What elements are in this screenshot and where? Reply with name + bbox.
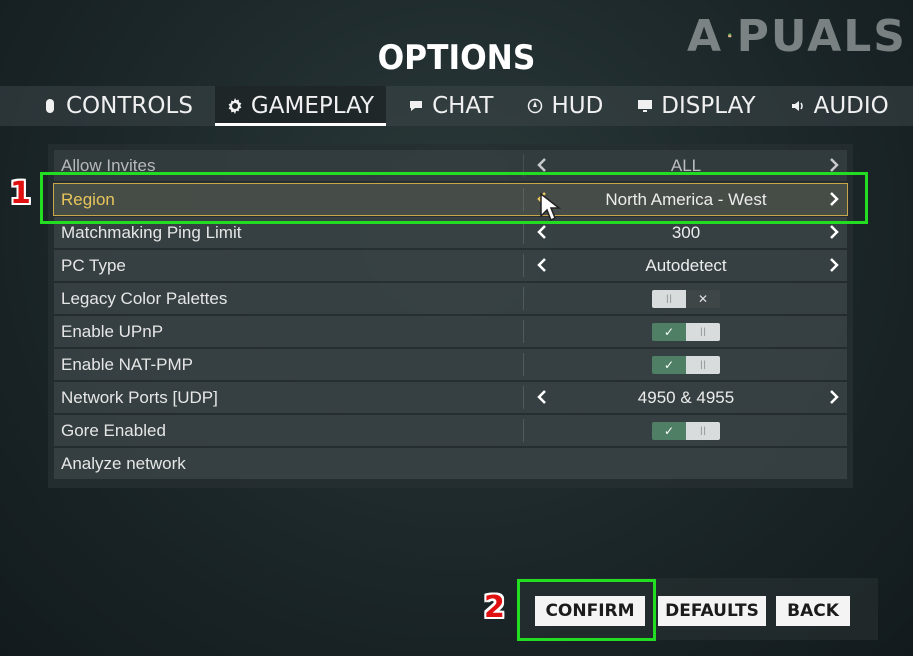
- chevron-left-icon[interactable]: [533, 388, 551, 406]
- divider: [523, 221, 524, 244]
- monitor-icon: [638, 100, 653, 112]
- gore-enabled-toggle[interactable]: ✓ ǀǀ: [652, 421, 720, 440]
- setting-value: 300: [671, 222, 701, 242]
- defaults-button[interactable]: DEFAULTS: [658, 596, 766, 626]
- setting-label: Analyze network: [61, 453, 186, 473]
- setting-row-enable-nat-pmp[interactable]: Enable NAT-PMP ✓ ǀǀ: [54, 349, 847, 380]
- tab-label: CONTROLS: [66, 93, 193, 119]
- check-icon: ✓: [652, 421, 686, 440]
- setting-row-gore-enabled[interactable]: Gore Enabled ✓ ǀǀ: [54, 415, 847, 446]
- divider: [523, 386, 524, 409]
- divider: [523, 287, 524, 310]
- annotation-box-confirm: [517, 579, 656, 641]
- compass-icon: [528, 98, 543, 114]
- divider: [523, 419, 524, 442]
- setting-row-pc-type[interactable]: PC Type Autodetect: [54, 250, 847, 281]
- mouse-icon: [46, 99, 54, 113]
- check-icon: ✓: [652, 355, 686, 374]
- tab-label: CHAT: [432, 93, 494, 119]
- tab-label: DISPLAY: [661, 93, 756, 119]
- setting-toggle-container: ǀǀ ✕: [525, 283, 847, 314]
- toggle-grip-icon: ǀǀ: [686, 355, 720, 374]
- options-tab-bar: CONTROLS GAMEPLAY CHAT HUD DISPLAY AUDIO: [0, 86, 913, 126]
- setting-row-analyze-network[interactable]: Analyze network: [54, 448, 847, 479]
- chevron-left-icon[interactable]: [533, 223, 551, 241]
- divider: [523, 254, 524, 277]
- page-title: OPTIONS: [377, 38, 536, 78]
- divider: [523, 320, 524, 343]
- speech-bubble-icon: [410, 101, 423, 111]
- chevron-right-icon[interactable]: [825, 388, 843, 406]
- chevron-right-icon[interactable]: [825, 256, 843, 274]
- legacy-color-palettes-toggle[interactable]: ǀǀ ✕: [652, 289, 720, 308]
- setting-row-network-ports[interactable]: Network Ports [UDP] 4950 & 4955: [54, 382, 847, 413]
- toggle-grip-icon: ǀǀ: [686, 421, 720, 440]
- tab-gameplay[interactable]: GAMEPLAY: [214, 86, 387, 126]
- tab-chat[interactable]: CHAT: [396, 86, 505, 126]
- annotation-box-region: [40, 172, 868, 224]
- check-icon: ✓: [652, 322, 686, 341]
- setting-toggle-container: ✓ ǀǀ: [525, 415, 847, 446]
- setting-selector: 4950 & 4955: [525, 382, 847, 413]
- annotation-number-2: 2: [484, 590, 505, 625]
- chevron-right-icon[interactable]: [825, 223, 843, 241]
- setting-selector: Autodetect: [525, 250, 847, 281]
- toggle-grip-icon: ǀǀ: [652, 289, 686, 308]
- setting-value: 4950 & 4955: [637, 387, 735, 407]
- tab-controls[interactable]: CONTROLS: [30, 86, 205, 126]
- tab-label: HUD: [551, 93, 604, 119]
- setting-value: Autodetect: [645, 255, 727, 275]
- speaker-icon: [791, 101, 803, 111]
- chevron-left-icon[interactable]: [533, 256, 551, 274]
- toggle-grip-icon: ǀǀ: [686, 322, 720, 341]
- setting-toggle-container: ✓ ǀǀ: [525, 349, 847, 380]
- back-button[interactable]: BACK: [776, 596, 850, 626]
- tab-display[interactable]: DISPLAY: [625, 86, 767, 126]
- enable-nat-pmp-toggle[interactable]: ✓ ǀǀ: [652, 355, 720, 374]
- tab-label: AUDIO: [813, 93, 889, 119]
- tab-hud[interactable]: HUD: [515, 86, 615, 126]
- setting-row-legacy-color-palettes[interactable]: Legacy Color Palettes ǀǀ ✕: [54, 283, 847, 314]
- x-icon: ✕: [686, 289, 720, 308]
- setting-toggle-container: ✓ ǀǀ: [525, 316, 847, 347]
- divider: [523, 353, 524, 376]
- gear-icon: [228, 98, 242, 114]
- setting-row-enable-upnp[interactable]: Enable UPnP ✓ ǀǀ: [54, 316, 847, 347]
- enable-upnp-toggle[interactable]: ✓ ǀǀ: [652, 322, 720, 341]
- annotation-number-1: 1: [10, 176, 31, 211]
- tab-label: GAMEPLAY: [250, 93, 375, 119]
- tab-audio[interactable]: AUDIO: [778, 86, 901, 126]
